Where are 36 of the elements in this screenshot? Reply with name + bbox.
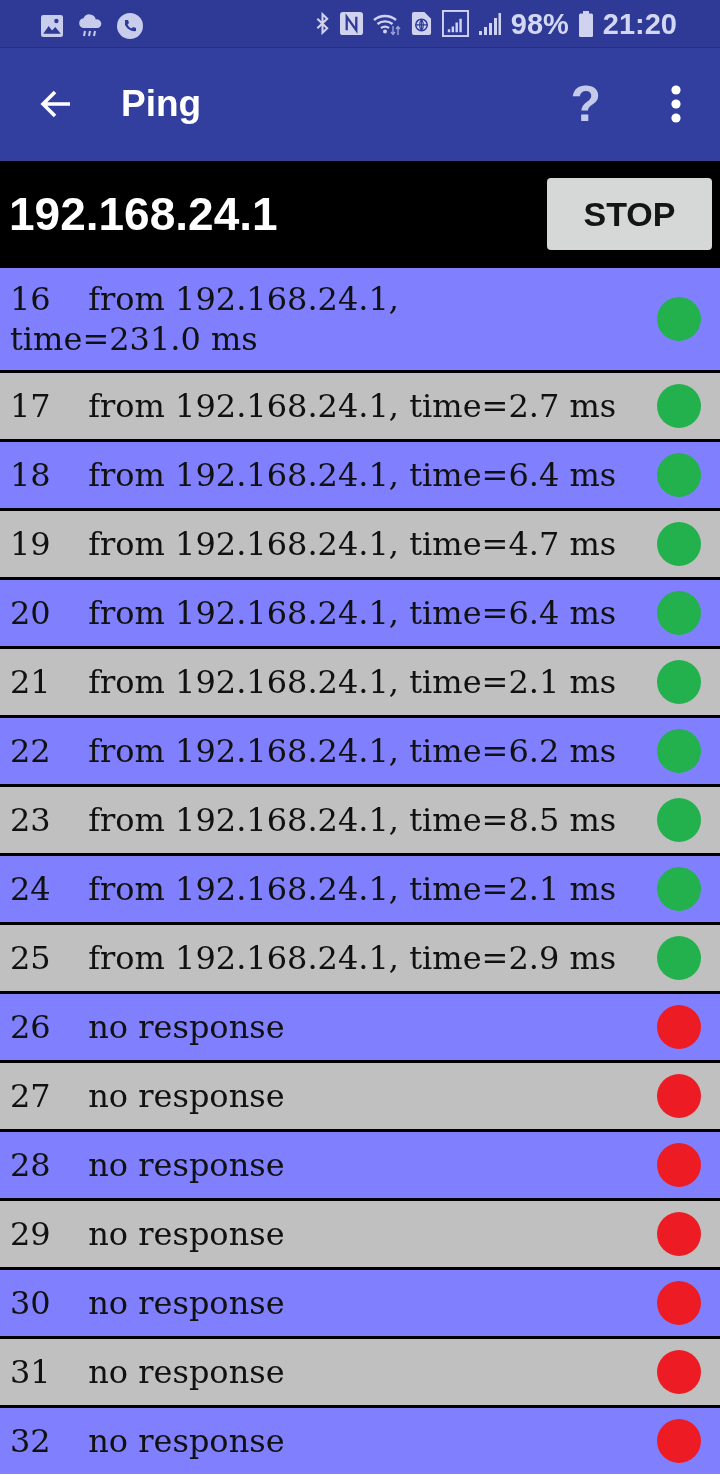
bluetooth-icon [314,11,330,36]
arrow-left-icon [40,90,72,118]
ping-reply-text: 19 from 192.168.24.1, time=4.7 ms [10,524,618,564]
ping-reply-text: 22 from 192.168.24.1, time=6.2 ms [10,731,618,771]
stop-button[interactable]: STOP [547,178,712,250]
globe-icon [410,11,432,36]
ping-reply-text: 20 from 192.168.24.1, time=6.4 ms [10,593,618,633]
ping-reply-text: 32 no response [10,1421,286,1461]
more-button[interactable] [671,85,681,123]
nfc-icon [339,12,363,35]
ping-reply-text: 30 no response [10,1283,286,1323]
ping-reply-text: 18 from 192.168.24.1, time=6.4 ms [10,455,618,495]
signal-icon [441,10,469,37]
host-address: 192.168.24.1 [9,187,278,241]
signal-icon [478,12,501,35]
screen-title: Ping [121,82,203,126]
ping-reply-text: 29 no response [10,1214,286,1254]
ping-reply-text: 25 from 192.168.24.1, time=2.9 ms [10,938,618,978]
image-icon [41,14,63,37]
clock: 21:20 [602,6,677,41]
battery-icon [578,10,593,37]
ping-reply-text: 16 from 192.168.24.1, time=231.0 ms [10,279,400,359]
battery-percentage: 98% [510,6,569,41]
back-button[interactable] [40,90,72,118]
ping-reply-text: 24 from 192.168.24.1, time=2.1 ms [10,869,618,909]
ping-reply-text: 28 no response [10,1145,286,1185]
cloud-rain-icon [77,13,103,38]
ping-reply-text: 21 from 192.168.24.1, time=2.1 ms [10,662,618,702]
help-button[interactable]: ? [570,78,601,130]
more-vertical-icon [671,85,681,123]
ping-reply-text: 31 no response [10,1352,286,1392]
ping-reply-text: 27 no response [10,1076,286,1116]
ping-reply-text: 23 from 192.168.24.1, time=8.5 ms [10,800,618,840]
ping-reply-text: 17 from 192.168.24.1, time=2.7 ms [10,386,618,426]
ping-reply-text: 26 no response [10,1007,286,1047]
phone-icon [117,12,143,39]
